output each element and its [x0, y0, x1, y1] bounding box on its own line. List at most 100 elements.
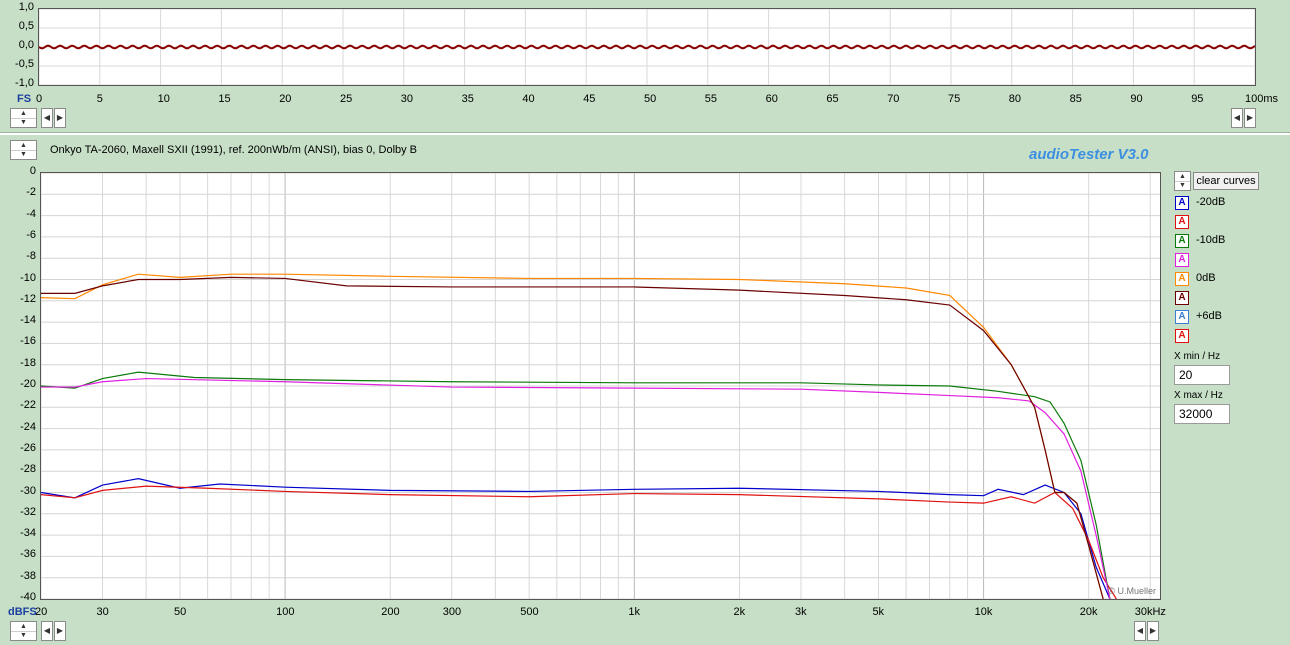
frequency-svg: [41, 173, 1160, 599]
freq-x-tick: 2k: [733, 606, 746, 618]
xmax-field[interactable]: 32000: [1174, 404, 1230, 424]
app-brand: audioTester V3.0: [1029, 146, 1149, 163]
amplitude-spinner[interactable]: ▲ ▼: [10, 108, 37, 128]
freq-y-tick: -4: [26, 207, 36, 220]
freq-y-tick: -40: [20, 591, 36, 603]
osc-x-tick: 35: [461, 93, 474, 105]
legend-label: -20dB: [1196, 196, 1226, 208]
header-spinner[interactable]: ▲ ▼: [10, 140, 37, 160]
freq-y-tick: -30: [20, 484, 36, 497]
series-line: [41, 273, 1104, 599]
freq-y-tick: -34: [20, 527, 36, 540]
spin-down-icon[interactable]: ▼: [11, 150, 36, 159]
osc-x-tick: 75: [948, 93, 961, 105]
time-scroll-left-button-2[interactable]: ◀: [1231, 108, 1243, 128]
legend-checkbox[interactable]: A: [1175, 310, 1189, 324]
fs-label: FS: [17, 93, 32, 105]
credit-text: © U.Mueller: [1108, 586, 1156, 596]
time-scroll-right-button-2[interactable]: ▶: [1244, 108, 1256, 128]
freq-y-tick: -12: [20, 292, 36, 305]
legend-checkbox[interactable]: A: [1175, 329, 1189, 343]
freq-x-tick: 500: [520, 606, 539, 618]
freq-x-tick: 20: [35, 606, 48, 618]
oscilloscope-panel: 1,0 0,5 0,0 -0,5 -1,0 0 5 10 15 20 25 30 35 40 45 50 55…: [0, 0, 1290, 132]
freq-y-tick: -16: [20, 335, 36, 348]
osc-x-tick: 55: [704, 93, 718, 105]
series-line: [41, 485, 1117, 599]
osc-x-tick: 90: [1130, 93, 1143, 105]
osc-x-tick: 25: [340, 93, 353, 105]
oscilloscope-svg: [39, 9, 1255, 85]
series-line: [41, 276, 1104, 599]
legend-checkbox[interactable]: A: [1175, 196, 1189, 210]
freq-y-tick: 0: [29, 165, 36, 177]
osc-x-tick: 10: [157, 93, 170, 105]
clear-curves-button[interactable]: clear curves: [1193, 172, 1259, 190]
freq-y-tick: -8: [26, 250, 36, 263]
osc-x-tick: 45: [583, 93, 596, 105]
legend-label: 0dB: [1196, 272, 1216, 284]
freq-x-tick: 10k: [974, 606, 993, 618]
xmin-label: X min / Hz: [1174, 351, 1221, 362]
freq-scroll-left-button[interactable]: ◀: [41, 621, 53, 641]
measurement-description: Onkyo TA-2060, Maxell SXII (1991), ref. …: [50, 144, 418, 156]
freq-y-tick: -28: [20, 463, 36, 476]
osc-x-tick: 80: [1008, 93, 1022, 105]
frequency-spinner[interactable]: ▲ ▼: [10, 621, 37, 641]
time-scroll-right-button[interactable]: ▶: [54, 108, 66, 128]
freq-x-tick: 50: [173, 606, 187, 618]
freq-y-tick: -24: [20, 420, 36, 433]
spin-down-icon[interactable]: ▼: [1175, 181, 1190, 190]
freq-y-tick: -38: [20, 569, 36, 582]
xmax-label: X max / Hz: [1174, 390, 1223, 401]
xmin-field[interactable]: 20: [1174, 365, 1230, 385]
legend-checkbox[interactable]: A: [1175, 215, 1189, 229]
osc-x-tick: 50: [644, 93, 657, 105]
legend-spinner[interactable]: ▲ ▼: [1174, 171, 1191, 191]
freq-y-tick: -22: [20, 399, 36, 412]
legend-label: +6dB: [1196, 310, 1222, 322]
oscilloscope-plot: [38, 8, 1256, 86]
freq-x-tick: 100: [276, 606, 295, 618]
osc-x-tick: 70: [887, 93, 900, 105]
osc-x-tick: 95: [1191, 93, 1204, 105]
freq-x-tick: 30kHz: [1134, 606, 1166, 618]
freq-y-tick: -10: [20, 271, 36, 284]
freq-y-tick: -36: [20, 548, 36, 561]
freq-y-tick: -2: [26, 186, 36, 199]
osc-x-tick: 0: [36, 93, 43, 105]
time-scroll-left-button[interactable]: ◀: [41, 108, 53, 128]
legend-checkbox[interactable]: A: [1175, 253, 1189, 267]
spin-down-icon[interactable]: ▼: [11, 118, 36, 127]
freq-scroll-left-button-2[interactable]: ◀: [1134, 621, 1146, 641]
osc-y-tick: -0,5: [15, 58, 34, 70]
legend-checkbox[interactable]: A: [1175, 234, 1189, 248]
osc-x-tick: 65: [826, 93, 839, 105]
freq-y-tick: -6: [26, 228, 36, 241]
spin-down-icon[interactable]: ▼: [11, 631, 36, 640]
osc-y-tick: 0,0: [18, 39, 34, 51]
freq-scroll-right-button-2[interactable]: ▶: [1147, 621, 1159, 641]
osc-x-tick: 15: [218, 93, 231, 105]
osc-y-tick: 1,0: [18, 1, 34, 13]
freq-x-tick: 300: [442, 606, 462, 618]
legend-checkbox[interactable]: A: [1175, 272, 1189, 286]
legend-checkbox[interactable]: A: [1175, 291, 1189, 305]
osc-y-tick: -1,0: [15, 77, 34, 89]
freq-scroll-right-button[interactable]: ▶: [54, 621, 66, 641]
osc-x-tick: 100ms: [1245, 93, 1279, 105]
panel-separator: [0, 132, 1290, 135]
osc-x-tick: 85: [1069, 93, 1082, 105]
osc-x-tick: 40: [522, 93, 535, 105]
legend-label: -10dB: [1196, 234, 1226, 246]
freq-y-tick: -18: [20, 356, 36, 369]
freq-x-tick: 30: [96, 606, 109, 618]
freq-x-tick: 1k: [628, 606, 640, 618]
freq-y-tick: -26: [20, 441, 36, 454]
freq-x-tick: 3k: [794, 606, 807, 618]
freq-y-tick: -20: [20, 378, 36, 390]
freq-y-tick: -32: [20, 505, 36, 518]
dbfs-unit-label: dBFS: [8, 606, 37, 618]
osc-x-tick: 5: [96, 93, 103, 105]
freq-y-tick: -14: [20, 314, 36, 327]
